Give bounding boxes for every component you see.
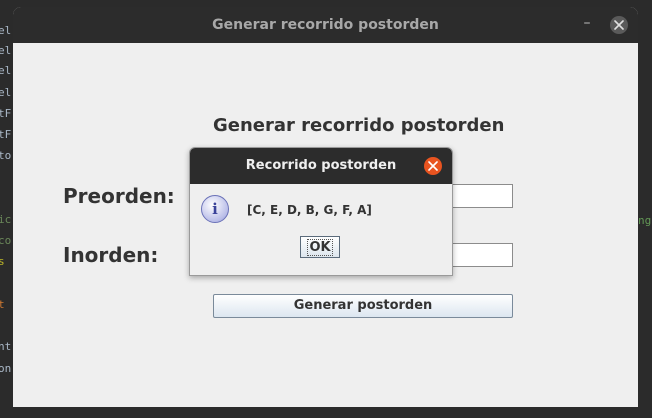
form-heading: Generar recorrido postorden: [213, 115, 505, 136]
code-line: on: [0, 362, 12, 375]
close-button[interactable]: [610, 16, 628, 34]
message-dialog: Recorrido postorden i [C, E, D, B, G, F,…: [189, 147, 453, 276]
generate-postorden-button[interactable]: Generar postorden: [213, 294, 513, 318]
code-line: to: [0, 149, 12, 162]
code-line: s: [0, 255, 5, 268]
minimize-button[interactable]: –: [579, 15, 595, 31]
code-line: el: [0, 64, 12, 77]
dialog-title: Recorrido postorden: [245, 158, 397, 173]
code-line: tF: [0, 128, 12, 141]
code-line: t: [0, 298, 5, 311]
code-line: el: [0, 86, 12, 99]
code-line: co: [0, 234, 12, 247]
dialog-titlebar[interactable]: Recorrido postorden: [190, 148, 452, 184]
preorden-label: Preorden:: [63, 184, 175, 208]
background-editor-right: ng: [638, 0, 652, 418]
code-line: ng: [638, 214, 652, 227]
window-titlebar[interactable]: Generar recorrido postorden –: [13, 7, 638, 43]
dialog-close-button[interactable]: [424, 157, 442, 175]
code-line: ic: [0, 213, 12, 226]
dialog-message: [C, E, D, B, G, F, A]: [247, 203, 372, 217]
code-line: el: [0, 24, 12, 37]
background-editor-left: el el el el tF tF to ic co s t nt on: [0, 0, 14, 418]
code-line: tF: [0, 107, 12, 120]
info-icon: i: [201, 195, 229, 223]
ok-button[interactable]: OK: [300, 236, 340, 258]
close-icon: [428, 161, 438, 171]
inorden-label: Inorden:: [63, 243, 159, 267]
code-line: nt: [0, 340, 12, 353]
window-title: Generar recorrido postorden: [212, 17, 439, 33]
ok-button-label: OK: [307, 239, 333, 256]
close-icon: [614, 20, 624, 30]
code-line: el: [0, 44, 12, 57]
